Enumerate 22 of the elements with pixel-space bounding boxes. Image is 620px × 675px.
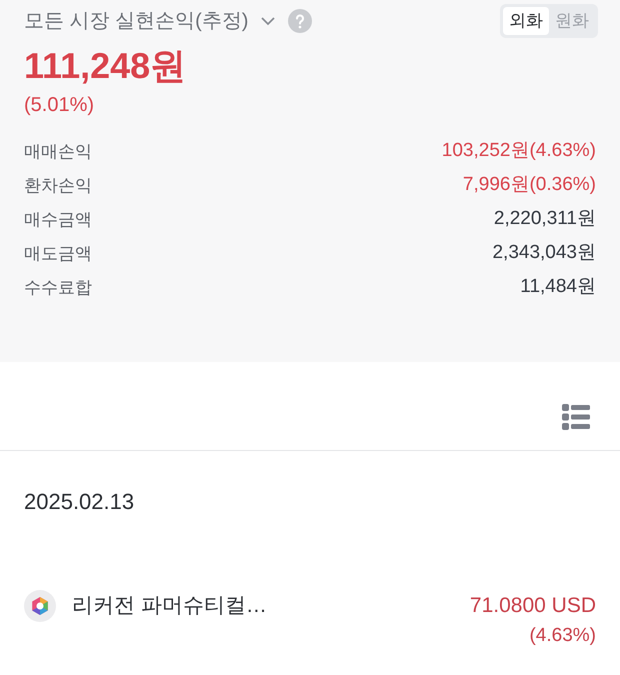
row-label: 수수료합	[24, 276, 92, 299]
trade-rate: (4.63%)	[529, 624, 596, 648]
chevron-down-icon[interactable]	[260, 16, 276, 26]
row-value: 11,484원	[520, 275, 596, 300]
row-label: 매도금액	[24, 242, 92, 265]
row-label: 환차손익	[24, 174, 92, 197]
list-icon[interactable]	[562, 404, 590, 430]
panel-title: 모든 시장 실현손익(추정)	[24, 9, 248, 34]
row-value: 103,252원(4.63%)	[442, 139, 596, 164]
trade-date: 2025.02.13	[24, 489, 134, 514]
total-rate: (5.01%)	[24, 94, 94, 116]
trade-amount: 71.0800 USD	[470, 593, 596, 619]
row-label: 매수금액	[24, 208, 92, 231]
stock-name[interactable]: 리커전 파머슈티컬…	[72, 590, 267, 622]
total-profit: 111,248원	[24, 44, 186, 88]
help-icon[interactable]	[288, 9, 312, 33]
row-value: 2,220,311원	[494, 207, 596, 232]
currency-tab[interactable]: 외화	[503, 7, 549, 34]
stock-logo-icon	[24, 590, 56, 622]
row-value: 2,343,043원	[492, 241, 596, 266]
row-label: 매매손익	[24, 140, 92, 163]
row-value: 7,996원(0.36%)	[462, 173, 596, 198]
